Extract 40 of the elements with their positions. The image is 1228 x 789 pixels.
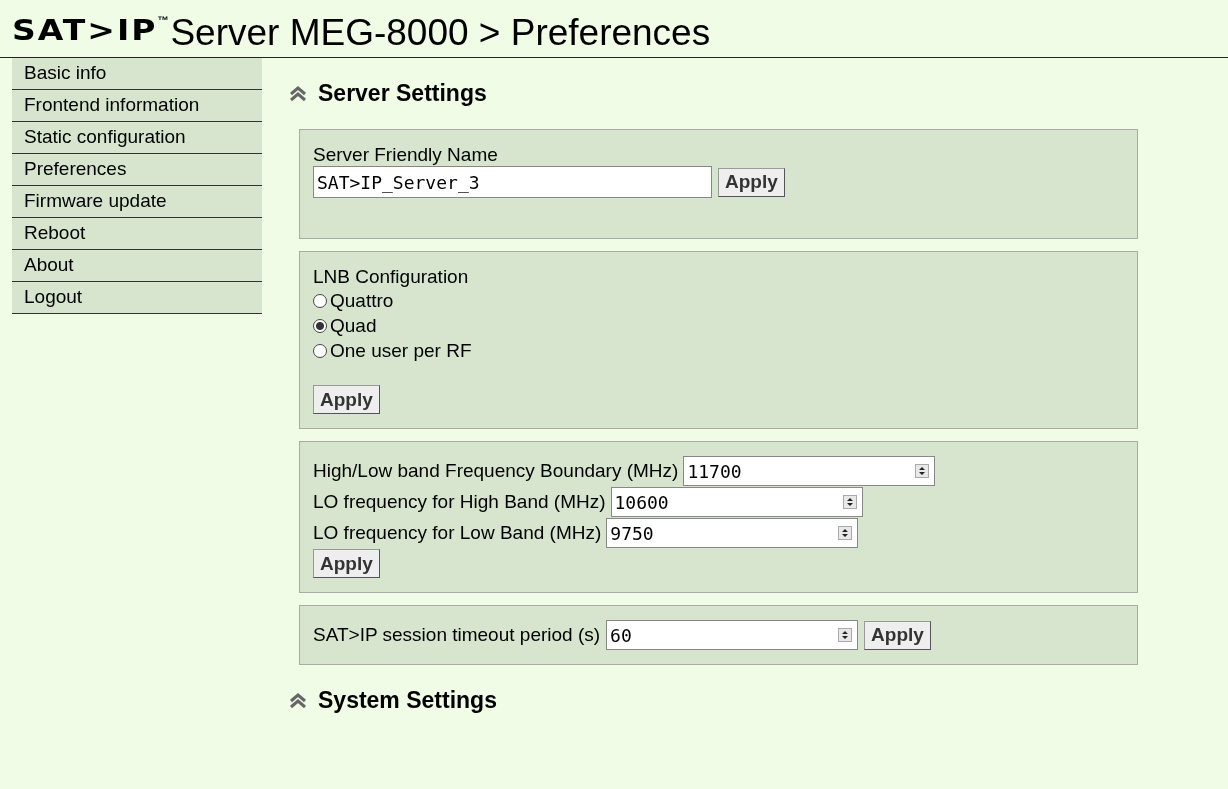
radio-button[interactable]	[313, 318, 327, 333]
sidebar-item[interactable]: Preferences	[12, 154, 262, 186]
spinner-icon[interactable]	[915, 464, 930, 478]
radio-button[interactable]	[313, 293, 327, 308]
radio-label[interactable]: Quattro	[330, 288, 394, 313]
section-title: System Settings	[318, 687, 497, 714]
apply-button[interactable]: Apply	[313, 385, 380, 414]
apply-button[interactable]: Apply	[718, 167, 785, 197]
section-title: Server Settings	[318, 80, 487, 107]
field-label: High/Low band Frequency Boundary (MHz)	[313, 460, 679, 482]
apply-button[interactable]: Apply	[864, 620, 931, 650]
number-field[interactable]: 10600	[610, 487, 863, 517]
sidebar-item[interactable]: About	[12, 250, 262, 282]
spinner-icon[interactable]	[842, 495, 857, 509]
field-label: SAT>IP session timeout period (s)	[313, 624, 601, 646]
spinner-icon[interactable]	[838, 526, 853, 540]
radio-button[interactable]	[313, 343, 327, 358]
text-field[interactable]: SAT>IP_Server_3	[313, 166, 712, 198]
radio-label[interactable]: Quad	[330, 313, 377, 338]
sidebar-item[interactable]: Reboot	[12, 218, 262, 250]
radio-label[interactable]: One user per RF	[330, 338, 472, 363]
field-label: LO frequency for High Band (MHz)	[313, 491, 606, 513]
field-label: LO frequency for Low Band (MHz)	[313, 522, 602, 544]
field-label: LNB Configuration	[313, 266, 470, 288]
collapse-chevron-icon[interactable]	[288, 692, 308, 709]
field-label: Server Friendly Name	[313, 144, 499, 166]
page-title: Server MEG-8000 > Preferences	[170, 14, 711, 51]
number-field[interactable]: 9750	[606, 518, 859, 548]
collapse-chevron-icon[interactable]	[288, 85, 308, 102]
sidebar-item[interactable]: Frontend information	[12, 90, 262, 122]
number-field[interactable]: 60	[606, 620, 859, 650]
sidebar-item[interactable]: Static configuration	[12, 122, 262, 154]
apply-button[interactable]: Apply	[313, 549, 380, 578]
sidebar-item[interactable]: Basic info	[12, 58, 262, 90]
spinner-icon[interactable]	[838, 628, 853, 642]
sidebar-item[interactable]: Logout	[12, 282, 262, 314]
number-field[interactable]: 11700	[683, 456, 936, 486]
trademark-sign: ™	[157, 14, 169, 26]
sidebar-item[interactable]: Firmware update	[12, 186, 262, 218]
logo: SAT>IP	[12, 16, 158, 45]
